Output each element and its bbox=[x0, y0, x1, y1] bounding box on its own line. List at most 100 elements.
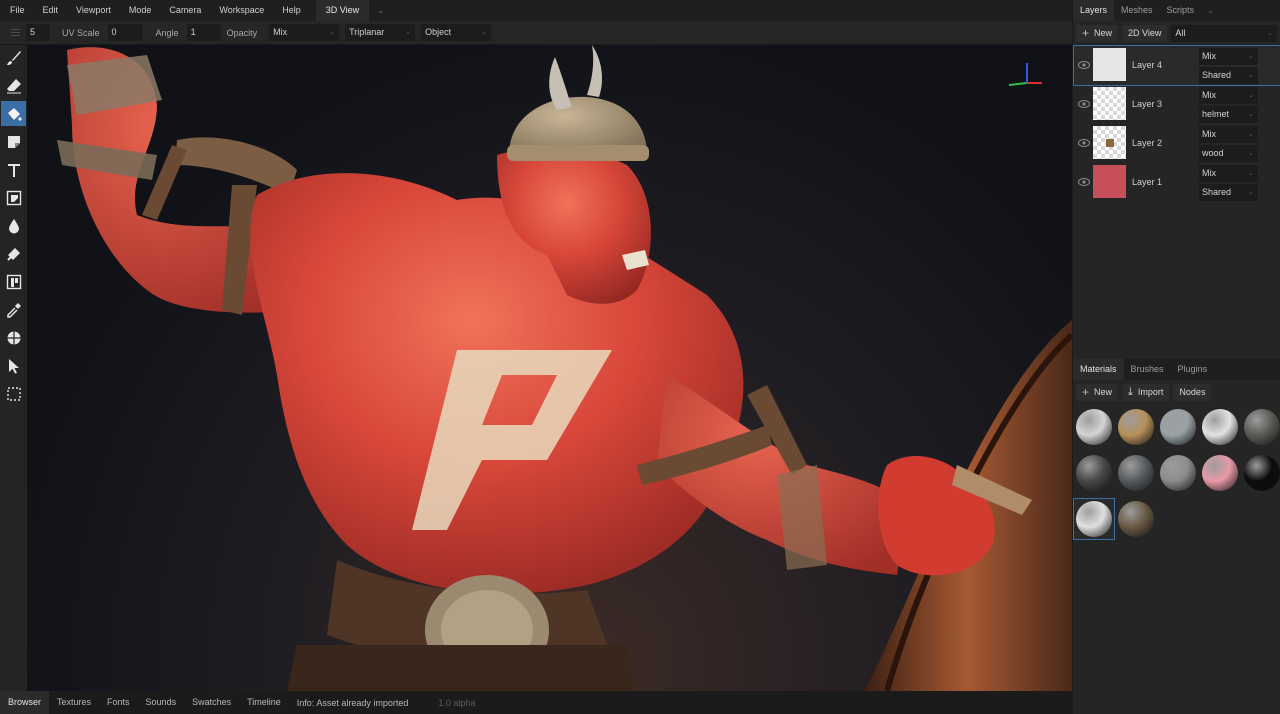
brush-radius-field[interactable]: 5 bbox=[26, 24, 50, 41]
blend-mode-select[interactable]: Mix ⌄ bbox=[269, 24, 340, 41]
material-swatch[interactable] bbox=[1202, 409, 1238, 445]
material-swatch[interactable] bbox=[1160, 409, 1196, 445]
layer-object-value: Shared bbox=[1202, 70, 1232, 80]
viking-model-render bbox=[57, 45, 1072, 691]
material-swatch[interactable] bbox=[1076, 455, 1112, 491]
eye-icon[interactable] bbox=[1078, 59, 1090, 71]
tab-swatches[interactable]: Swatches bbox=[184, 691, 239, 714]
tab-meshes[interactable]: Meshes bbox=[1114, 0, 1160, 21]
projection-select[interactable]: Triplanar ⌄ bbox=[345, 24, 416, 41]
smudge-tool[interactable] bbox=[1, 241, 26, 266]
menu-camera[interactable]: Camera bbox=[160, 0, 210, 21]
tab-textures[interactable]: Textures bbox=[49, 691, 99, 714]
material-picker-tool[interactable] bbox=[1, 325, 26, 350]
menu-viewport[interactable]: Viewport bbox=[67, 0, 120, 21]
material-swatch[interactable] bbox=[1244, 409, 1280, 445]
fill-bucket-icon bbox=[7, 107, 22, 121]
viewport-3d[interactable] bbox=[27, 45, 1072, 691]
eraser-tool[interactable] bbox=[1, 73, 26, 98]
menu-help[interactable]: Help bbox=[273, 0, 310, 21]
chevron-down-icon: ⌄ bbox=[1248, 150, 1254, 157]
new-layer-button[interactable]: + New bbox=[1076, 24, 1119, 42]
2d-view-button[interactable]: 2D View bbox=[1122, 24, 1168, 42]
layer-blend-select[interactable]: Mix ⌄ bbox=[1199, 126, 1258, 143]
eraser-icon bbox=[6, 78, 21, 93]
tab-layers[interactable]: Layers bbox=[1073, 0, 1115, 21]
clone-icon bbox=[6, 190, 21, 205]
tab-brushes[interactable]: Brushes bbox=[1124, 359, 1171, 380]
color-picker-tool[interactable] bbox=[1, 297, 26, 322]
chevron-down-icon: ⌄ bbox=[1248, 131, 1254, 138]
eye-icon[interactable] bbox=[1078, 137, 1090, 149]
fill-tool[interactable] bbox=[1, 101, 26, 126]
select-tool[interactable] bbox=[1, 353, 26, 378]
angle-label: Angle bbox=[155, 27, 179, 38]
tab-sounds[interactable]: Sounds bbox=[138, 691, 185, 714]
material-swatch[interactable] bbox=[1076, 501, 1112, 537]
material-swatch[interactable] bbox=[1118, 455, 1154, 491]
menu-file[interactable]: File bbox=[0, 0, 34, 21]
layer-row-1[interactable]: Layer 1 Mix ⌄ Shared ⌄ bbox=[1074, 163, 1280, 202]
layer-blend-select[interactable]: Mix ⌄ bbox=[1199, 87, 1258, 104]
uv-scale-label: UV Scale bbox=[62, 27, 100, 38]
material-swatch[interactable] bbox=[1244, 455, 1280, 491]
material-swatch[interactable] bbox=[1076, 409, 1112, 445]
chevron-down-icon: ⌄ bbox=[405, 29, 412, 36]
tab-3d-view[interactable]: 3D View bbox=[315, 0, 370, 21]
layer-object-select[interactable]: Shared ⌄ bbox=[1199, 184, 1258, 201]
angle-field[interactable]: 1 bbox=[186, 24, 221, 41]
material-swatch[interactable] bbox=[1118, 501, 1154, 537]
text-tool[interactable] bbox=[1, 157, 26, 182]
chevron-down-icon: ⌄ bbox=[1248, 189, 1254, 196]
material-swatch[interactable] bbox=[1118, 409, 1154, 445]
menu-mode[interactable]: Mode bbox=[120, 0, 161, 21]
layer-object-select[interactable]: helmet ⌄ bbox=[1199, 106, 1258, 123]
tab-fonts[interactable]: Fonts bbox=[99, 691, 138, 714]
plus-icon: + bbox=[1082, 384, 1090, 399]
brush-tool[interactable] bbox=[1, 45, 26, 70]
layer-thumbnail bbox=[1093, 87, 1126, 120]
import-material-label: Import bbox=[1137, 386, 1164, 397]
material-swatch[interactable] bbox=[1160, 455, 1196, 491]
chevron-down-icon[interactable]: ⌄ bbox=[1201, 6, 1214, 15]
menu-edit[interactable]: Edit bbox=[34, 0, 68, 21]
tab-browser[interactable]: Browser bbox=[0, 691, 50, 714]
tab-timeline[interactable]: Timeline bbox=[239, 691, 289, 714]
bake-tool[interactable] bbox=[1, 269, 26, 294]
right-panel: Layers Meshes Scripts ⌄ + New 2D View All… bbox=[1072, 0, 1280, 714]
layer-object-select[interactable]: Shared ⌄ bbox=[1199, 67, 1258, 84]
material-swatch[interactable] bbox=[1202, 455, 1238, 491]
blur-tool[interactable] bbox=[1, 213, 26, 238]
layer-row-3[interactable]: Layer 3 Mix ⌄ helmet ⌄ bbox=[1074, 85, 1280, 124]
material-grid bbox=[1073, 404, 1280, 564]
eye-icon[interactable] bbox=[1078, 98, 1090, 110]
layer-row-4[interactable]: Layer 4 Mix ⌄ Shared ⌄ bbox=[1073, 45, 1280, 86]
material-picker-icon bbox=[7, 331, 20, 344]
layer-blend-select[interactable]: Mix ⌄ bbox=[1199, 165, 1258, 182]
nodes-button[interactable]: Nodes bbox=[1173, 383, 1212, 401]
chevron-down-icon: ⌄ bbox=[1248, 111, 1254, 118]
new-layer-label: New bbox=[1094, 27, 1113, 38]
layer-row-2[interactable]: Layer 2 Mix ⌄ wood ⌄ bbox=[1074, 124, 1280, 163]
opacity-label: Opacity bbox=[226, 27, 258, 38]
chevron-down-icon[interactable]: ⌄ bbox=[369, 6, 384, 15]
layer-filter-select[interactable]: All ⌄ bbox=[1171, 24, 1277, 42]
import-material-button[interactable]: ⤓ Import bbox=[1122, 383, 1170, 401]
new-material-button[interactable]: + New bbox=[1076, 383, 1119, 401]
layer-blend-select[interactable]: Mix ⌄ bbox=[1199, 48, 1258, 65]
eye-icon[interactable] bbox=[1078, 176, 1090, 188]
uv-scale-field[interactable]: 0 bbox=[107, 24, 142, 41]
menu-workspace[interactable]: Workspace bbox=[210, 0, 273, 21]
fill-mode-select[interactable]: Object ⌄ bbox=[421, 24, 492, 41]
tab-materials[interactable]: Materials bbox=[1073, 359, 1124, 380]
version-label: 1.0 alpha bbox=[438, 697, 476, 708]
clone-tool[interactable] bbox=[1, 185, 26, 210]
layers-panel-tabs: Layers Meshes Scripts ⌄ bbox=[1073, 0, 1280, 21]
tab-scripts[interactable]: Scripts bbox=[1160, 0, 1202, 21]
decal-tool[interactable] bbox=[1, 129, 26, 154]
drag-grip-icon[interactable] bbox=[6, 21, 24, 45]
tab-plugins[interactable]: Plugins bbox=[1171, 359, 1215, 380]
marquee-tool[interactable] bbox=[1, 381, 26, 406]
layer-object-select[interactable]: wood ⌄ bbox=[1199, 145, 1258, 162]
layer-blend-value: Mix bbox=[1202, 168, 1216, 178]
